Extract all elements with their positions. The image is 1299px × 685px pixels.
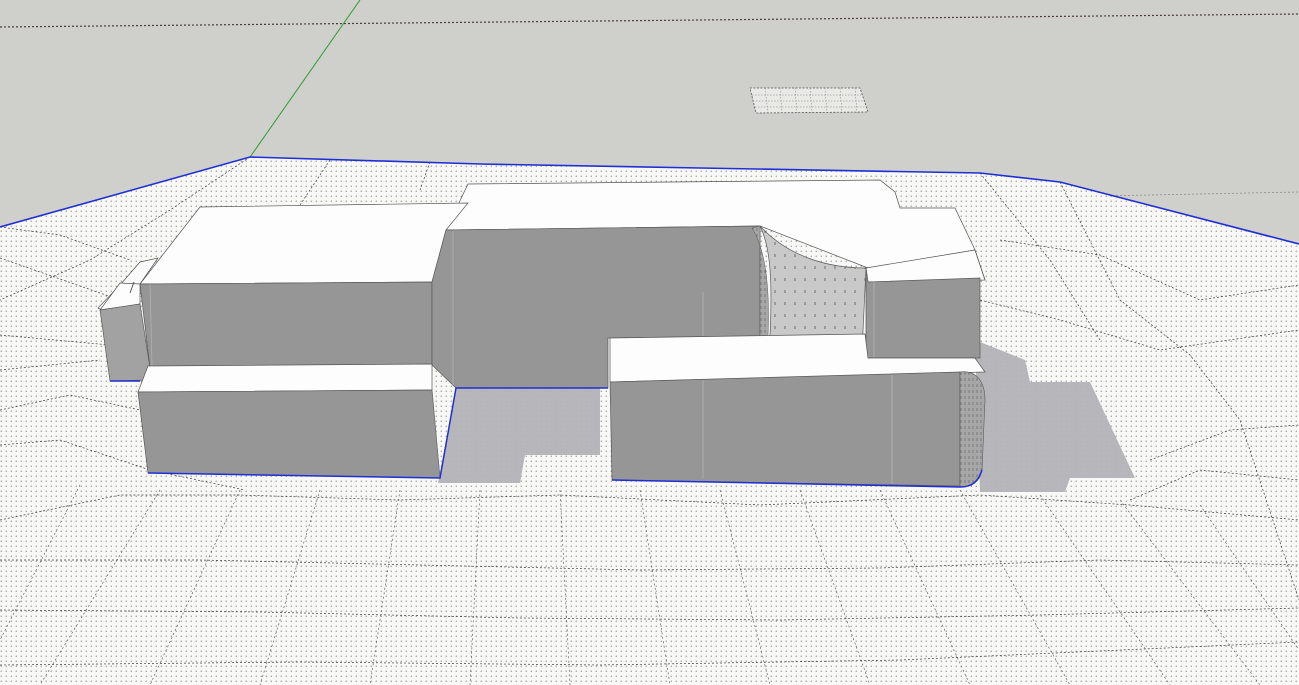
facade-left-upper[interactable] (139, 281, 433, 369)
model-viewport[interactable] (0, 0, 1299, 685)
floating-grid-object[interactable] (749, 87, 869, 114)
facade-right-lower-curve[interactable] (959, 371, 986, 488)
facade-right-lower[interactable] (609, 371, 961, 487)
facade-left-lower[interactable] (137, 389, 441, 479)
facade-right-block[interactable] (865, 267, 981, 359)
roof-left-lower[interactable] (137, 363, 433, 393)
scene-canvas[interactable] (0, 0, 1299, 685)
